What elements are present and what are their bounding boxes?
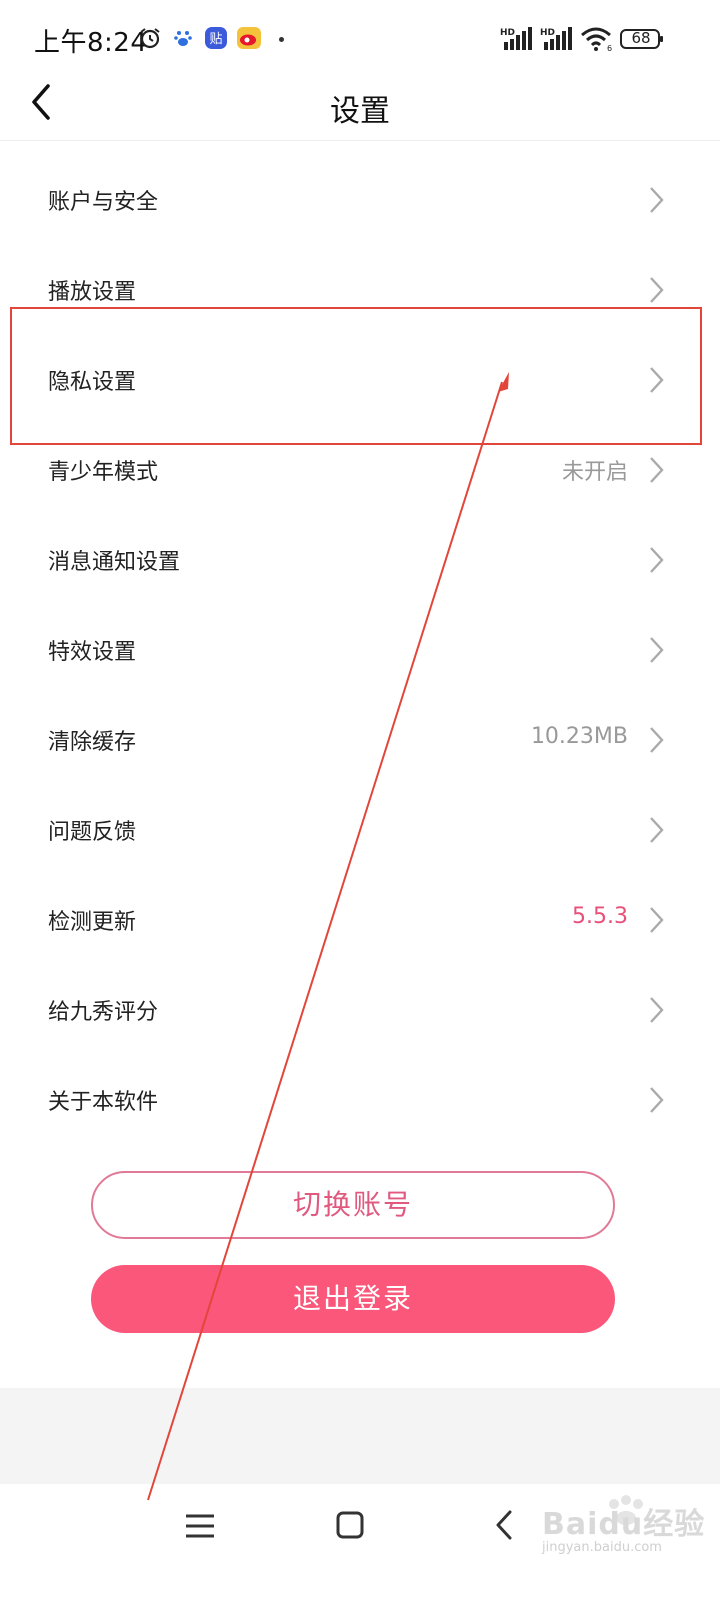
title-bar: 设置 [0,66,720,141]
baidu-paw-icon [174,31,192,46]
tieba-icon: 贴 [205,27,227,49]
version-number: 5.5.3 [572,904,628,929]
settings-item-label: 清除缓存 [48,730,137,755]
settings-item-label: 特效设置 [48,640,137,665]
logout-button[interactable]: 退出登录 [91,1265,615,1333]
switch-account-button[interactable]: 切换账号 [91,1171,615,1239]
settings-item-rate-app[interactable]: 给九秀评分 [0,964,720,1054]
signal-hd-icon: HD [540,27,572,50]
settings-item-about[interactable]: 关于本软件 [0,1054,720,1144]
svg-text:HD: HD [500,28,515,38]
menu-icon[interactable] [182,1506,222,1546]
svg-text:HD: HD [540,28,555,38]
teen-mode-status: 未开启 [561,460,628,485]
watermark-url: jingyan.baidu.com [542,1540,662,1555]
chevron-right-icon [650,727,664,753]
status-time: 上午8:24 [34,28,148,58]
settings-item-check-update[interactable]: 检测更新 5.5.3 [0,874,720,964]
chevron-right-icon [650,997,664,1023]
settings-item-label: 问题反馈 [48,820,137,845]
settings-item-effects[interactable]: 特效设置 [0,604,720,694]
battery-level: 68 [631,29,651,47]
settings-item-label: 青少年模式 [48,460,159,485]
chevron-right-icon [650,187,664,213]
settings-item-account-security[interactable]: 账户与安全 [0,154,720,244]
home-icon[interactable] [332,1506,372,1546]
chevron-right-icon [650,637,664,663]
svg-text:6: 6 [607,44,612,52]
back-icon[interactable] [488,1506,528,1546]
annotation-highlight-box [10,307,702,445]
settings-list: 账户与安全 播放设置 隐私设置 青少年模式 未开启 消息通知设置 特效设置 清除… [0,154,720,1144]
chevron-right-icon [650,457,664,483]
settings-item-label: 播放设置 [48,280,137,305]
settings-item-notifications[interactable]: 消息通知设置 [0,514,720,604]
notification-dot [279,37,284,42]
signal-hd-icon: HD [500,27,532,50]
wifi-icon: 6 [581,27,612,52]
settings-item-label: 关于本软件 [48,1090,159,1115]
page-title: 设置 [330,94,390,129]
footer-spacer [0,1388,720,1484]
chevron-right-icon [650,1087,664,1113]
chevron-right-icon [650,277,664,303]
chevron-right-icon [650,907,664,933]
settings-item-label: 检测更新 [48,910,137,935]
svg-text:贴: 贴 [209,32,222,47]
watermark-text: Baidu经验 [542,1507,706,1542]
settings-item-label: 给九秀评分 [48,1000,159,1025]
alarm-icon [140,28,160,49]
settings-item-clear-cache[interactable]: 清除缓存 10.23MB [0,694,720,784]
chevron-right-icon [650,547,664,573]
settings-item-feedback[interactable]: 问题反馈 [0,784,720,874]
weibo-icon [237,27,261,49]
settings-item-label: 消息通知设置 [48,550,181,575]
cache-size: 10.23MB [530,724,628,749]
chevron-right-icon [650,817,664,843]
settings-item-label: 账户与安全 [48,190,159,215]
